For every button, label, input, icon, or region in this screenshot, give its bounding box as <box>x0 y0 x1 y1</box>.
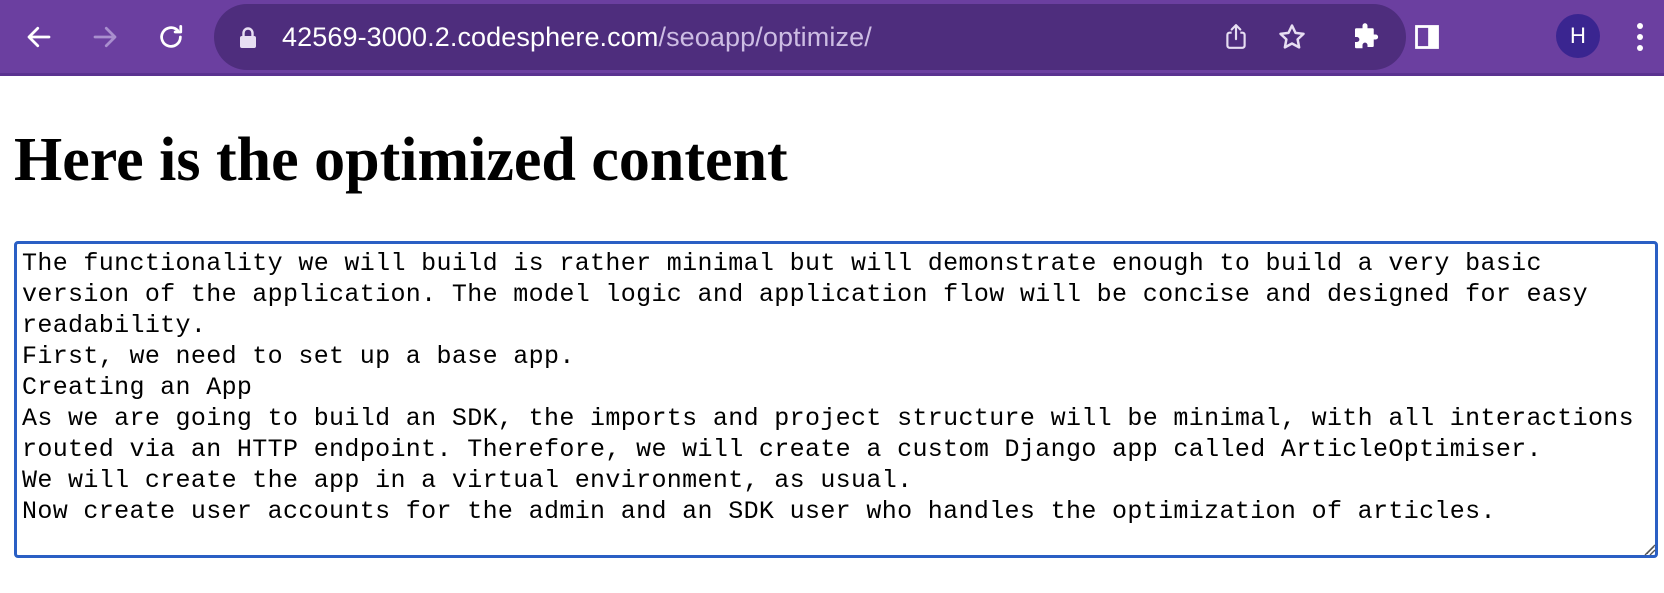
lock-icon[interactable] <box>238 26 258 50</box>
profile-avatar[interactable]: H <box>1556 14 1600 58</box>
extensions-icon <box>1355 23 1379 49</box>
back-arrow-icon <box>27 26 51 48</box>
extensions-button[interactable] <box>1342 14 1388 60</box>
share-button[interactable] <box>1216 17 1256 57</box>
url-host: 42569-3000.2.codesphere.com <box>282 22 659 52</box>
browser-menu-button[interactable] <box>1620 14 1660 60</box>
url-text[interactable]: 42569-3000.2.codesphere.com/seoapp/optim… <box>282 4 872 70</box>
forward-arrow-icon <box>93 26 117 48</box>
resize-handle-icon[interactable] <box>1640 540 1656 556</box>
side-panel-button[interactable] <box>1404 14 1450 60</box>
bookmark-button[interactable] <box>1272 17 1312 57</box>
forward-button[interactable] <box>82 14 128 60</box>
page-title: Here is the optimized content <box>14 126 788 194</box>
share-icon <box>1226 24 1246 49</box>
kebab-menu-icon <box>1637 23 1643 51</box>
optimized-content-textarea[interactable]: The functionality we will build is rathe… <box>14 241 1658 558</box>
browser-toolbar: 42569-3000.2.codesphere.com/seoapp/optim… <box>0 0 1664 76</box>
reload-button[interactable] <box>148 14 194 60</box>
url-path: /seoapp/optimize/ <box>658 22 872 52</box>
reload-icon <box>160 25 183 48</box>
side-panel-icon <box>1415 25 1439 49</box>
star-icon <box>1279 24 1305 49</box>
address-bar[interactable]: 42569-3000.2.codesphere.com/seoapp/optim… <box>214 4 1406 70</box>
back-button[interactable] <box>16 14 62 60</box>
